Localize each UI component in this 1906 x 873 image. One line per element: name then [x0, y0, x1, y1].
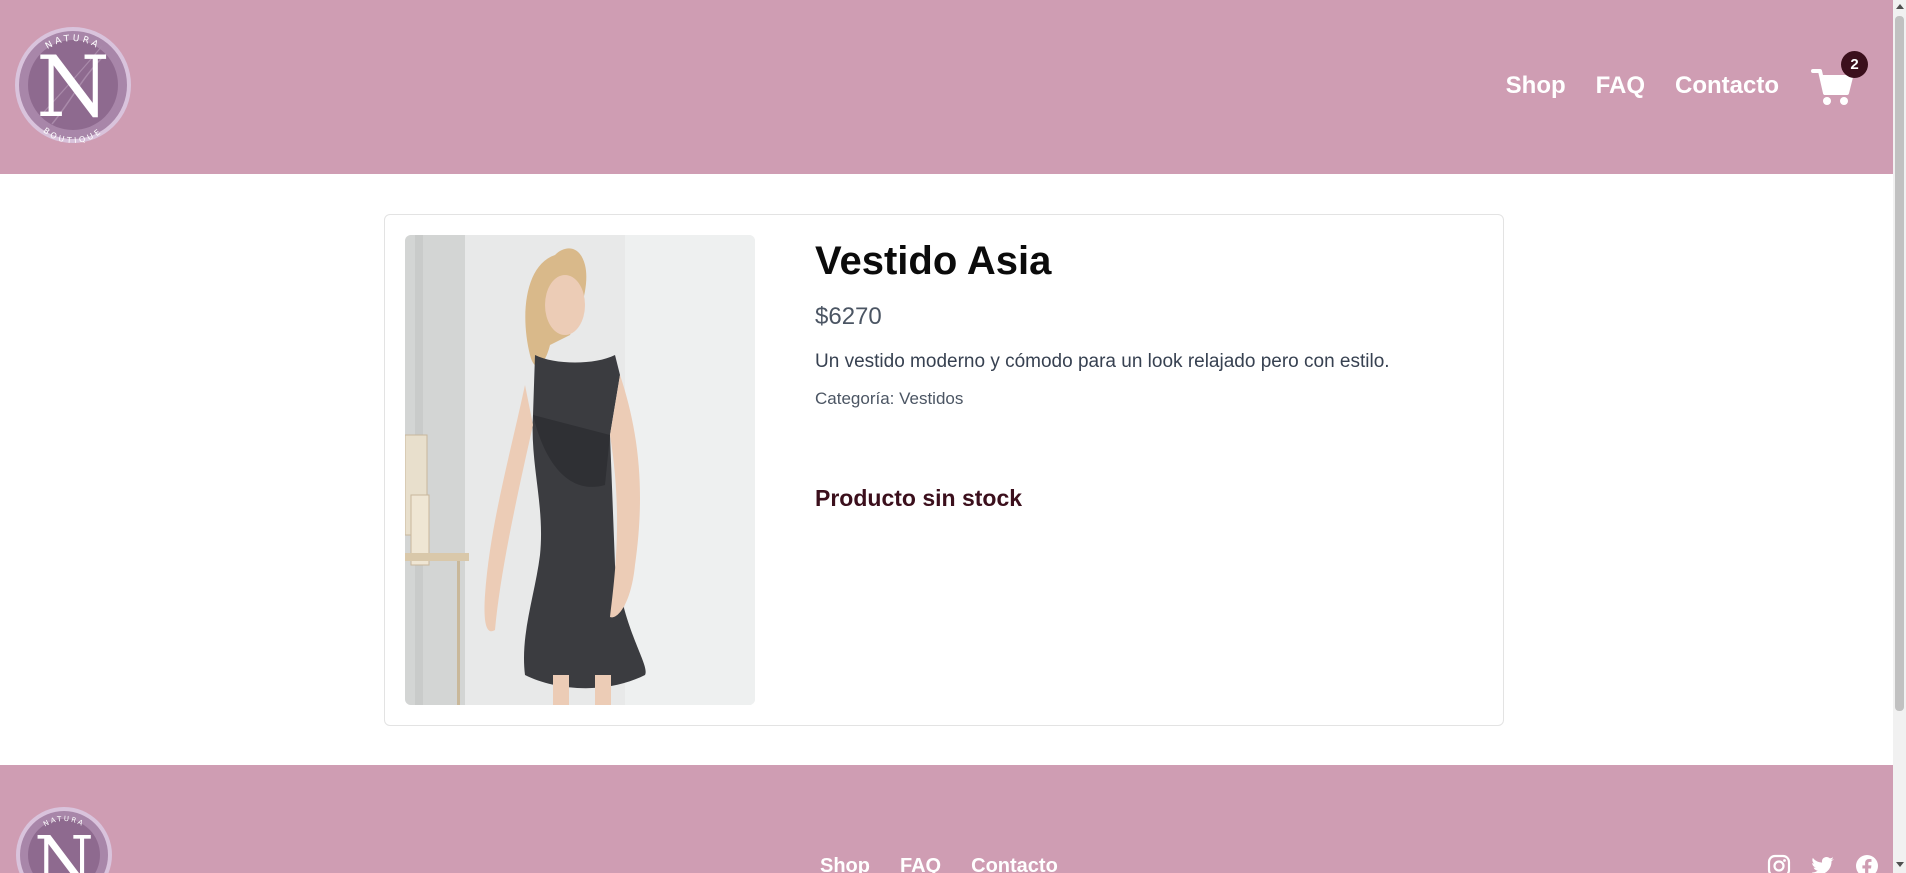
scroll-down-arrow-icon[interactable] — [1896, 862, 1904, 867]
page-scrollbar[interactable] — [1893, 0, 1906, 873]
footer-logo-letter: N — [34, 823, 94, 873]
footer-logo[interactable]: N NATURA — [14, 805, 114, 873]
dress-photo — [405, 235, 755, 705]
nav-faq-link[interactable]: FAQ — [1596, 72, 1645, 100]
page: N NATURA BOUTIQUE Shop FAQ Contacto 2 Ve… — [0, 0, 1906, 873]
product-info: Vestido Asia $6270 Un vestido moderno y … — [815, 235, 1475, 512]
scroll-up-arrow-icon[interactable] — [1896, 4, 1904, 9]
social-links — [1747, 854, 1879, 873]
product-card: Vestido Asia $6270 Un vestido moderno y … — [384, 214, 1504, 726]
product-description: Un vestido moderno y cómodo para un look… — [815, 351, 1390, 372]
footer-nav: Shop FAQ Contacto — [820, 855, 1088, 873]
brand-logo[interactable]: N NATURA BOUTIQUE — [14, 14, 132, 156]
twitter-icon[interactable] — [1811, 854, 1835, 873]
main-nav: Shop FAQ Contacto 2 — [1506, 51, 1868, 112]
facebook-icon[interactable] — [1855, 854, 1879, 873]
instagram-icon[interactable] — [1767, 854, 1791, 873]
viewport: N NATURA BOUTIQUE Shop FAQ Contacto 2 Ve… — [0, 0, 1893, 873]
logo-letter: N — [36, 38, 110, 136]
logo-emblem-icon: N NATURA BOUTIQUE — [15, 27, 131, 145]
product-price: $6270 — [815, 303, 882, 330]
footer-contact-link[interactable]: Contacto — [971, 855, 1058, 873]
cart-button[interactable]: 2 — [1811, 51, 1868, 107]
nav-shop-link[interactable]: Shop — [1506, 72, 1566, 100]
cart-count-badge: 2 — [1841, 51, 1868, 78]
product-image — [405, 235, 755, 705]
footer-shop-link[interactable]: Shop — [820, 855, 870, 873]
product-title: Vestido Asia — [815, 239, 1052, 283]
logo-emblem-icon: N NATURA — [16, 807, 112, 873]
product-category: Categoría: Vestidos — [815, 389, 964, 408]
scroll-thumb[interactable] — [1895, 16, 1904, 711]
site-header: N NATURA BOUTIQUE Shop FAQ Contacto 2 — [0, 0, 1893, 174]
stock-status: Producto sin stock — [815, 485, 1023, 511]
footer-faq-link[interactable]: FAQ — [900, 855, 941, 873]
site-footer: N NATURA Shop FAQ Contacto — [0, 765, 1893, 873]
nav-contact-link[interactable]: Contacto — [1675, 72, 1779, 100]
